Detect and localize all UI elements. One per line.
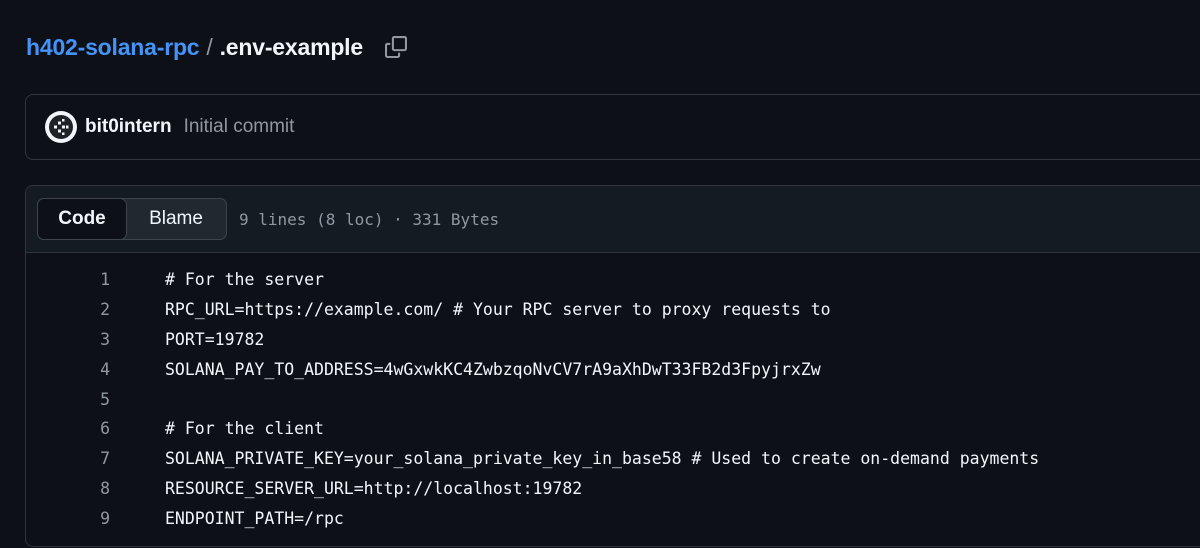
code-line: 4 SOLANA_PAY_TO_ADDRESS=4wGxwkKC4ZwbzqoN…	[26, 354, 1200, 384]
line-number[interactable]: 9	[26, 509, 110, 528]
view-mode-toggle: Code Blame	[37, 198, 227, 240]
line-number[interactable]: 7	[26, 449, 110, 468]
line-number[interactable]: 1	[26, 270, 110, 289]
line-content: # For the client	[165, 419, 324, 439]
avatar-logo-icon	[49, 115, 73, 139]
author-avatar[interactable]	[45, 111, 77, 143]
line-number[interactable]: 6	[26, 419, 110, 438]
code-line: 1 # For the server	[26, 265, 1200, 295]
file-view-page: h402-solana-rpc / .env-example bit0inter…	[0, 0, 1200, 548]
breadcrumb-file-name: .env-example	[219, 33, 364, 60]
code-line: 2 RPC_URL=https://example.com/ # Your RP…	[26, 295, 1200, 325]
line-content: RPC_URL=https://example.com/ # Your RPC …	[165, 300, 831, 320]
code-panel-header: Code Blame 9 lines (8 loc) · 331 Bytes	[26, 186, 1200, 253]
line-content: SOLANA_PRIVATE_KEY=your_solana_private_k…	[165, 449, 1040, 469]
code-line: 5	[26, 384, 1200, 414]
line-number[interactable]: 4	[26, 360, 110, 379]
breadcrumb-separator: /	[206, 33, 213, 60]
breadcrumb-repo-link[interactable]: h402-solana-rpc	[26, 34, 200, 61]
code-line: 6 # For the client	[26, 414, 1200, 444]
blame-tab-button[interactable]: Blame	[126, 199, 226, 239]
line-content: SOLANA_PAY_TO_ADDRESS=4wGxwkKC4ZwbzqoNvC…	[165, 359, 821, 379]
code-line: 7 SOLANA_PRIVATE_KEY=your_solana_private…	[26, 444, 1200, 474]
code-line: 8 RESOURCE_SERVER_URL=http://localhost:1…	[26, 474, 1200, 504]
copy-icon	[384, 36, 407, 58]
code-line: 9 ENDPOINT_PATH=/rpc	[26, 503, 1200, 533]
commit-message-link[interactable]: Initial commit	[184, 116, 295, 138]
line-number[interactable]: 2	[26, 300, 110, 319]
code-tab-button[interactable]: Code	[37, 198, 127, 240]
line-content: PORT=19782	[165, 329, 265, 349]
file-stats: 9 lines (8 loc) · 331 Bytes	[239, 209, 500, 229]
line-content: ENDPOINT_PATH=/rpc	[165, 508, 344, 528]
copy-path-button[interactable]	[383, 34, 409, 60]
line-content: # For the server	[165, 270, 324, 290]
code-line: 3 PORT=19782	[26, 325, 1200, 355]
latest-commit-bar: bit0intern Initial commit	[25, 94, 1200, 160]
code-body: 1 # For the server 2 RPC_URL=https://exa…	[26, 253, 1200, 533]
commit-author-link[interactable]: bit0intern	[85, 116, 172, 138]
line-number[interactable]: 5	[26, 390, 110, 409]
line-number[interactable]: 8	[26, 479, 110, 498]
line-number[interactable]: 3	[26, 330, 110, 349]
code-panel: Code Blame 9 lines (8 loc) · 331 Bytes 1…	[25, 185, 1200, 547]
breadcrumb: h402-solana-rpc / .env-example	[26, 30, 409, 64]
line-content: RESOURCE_SERVER_URL=http://localhost:197…	[165, 478, 583, 498]
